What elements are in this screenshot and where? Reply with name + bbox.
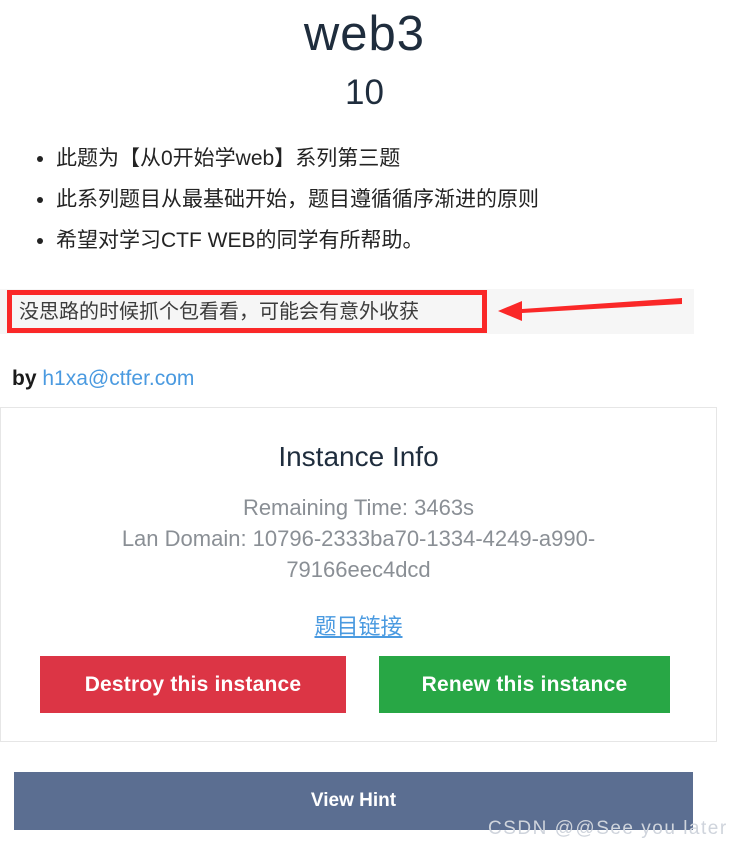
description-list: 此题为【从0开始学web】系列第三题 此系列题目从最基础开始，题目遵循循序渐进的… [0,138,729,261]
author-prefix: by [12,367,37,390]
author-email-link[interactable]: h1xa@ctfer.com [42,367,194,390]
author-line: by h1xa@ctfer.com [12,367,194,391]
view-hint-button[interactable]: View Hint [14,772,693,830]
remaining-time-text: Remaining Time: 3463s [242,494,475,520]
instance-info-heading: Instance Info [278,441,439,472]
page-title: web3 [303,7,426,61]
hint-text: 没思路的时候抓个包看看，可能会有意外收获 [19,301,419,323]
lan-domain-text: Lan Domain: 10796-2333ba70-1334-4249-a99… [121,525,596,582]
destroy-instance-button[interactable]: Destroy this instance [40,656,346,713]
instance-info-card: Instance Info Remaining Time: 3463s Lan … [0,407,717,742]
challenge-points: 10 [345,72,384,112]
instance-actions: Destroy this instance Renew this instanc… [1,656,716,716]
list-item: 此题为【从0开始学web】系列第三题 [37,138,729,179]
challenge-link[interactable]: 题目链接 [314,614,402,639]
renew-instance-button[interactable]: Renew this instance [379,656,670,713]
list-item: 希望对学习CTF WEB的同学有所帮助。 [37,220,729,261]
list-item: 此系列题目从最基础开始，题目遵循循序渐进的原则 [37,179,729,220]
challenge-link-wrap: 题目链接 [1,585,716,641]
